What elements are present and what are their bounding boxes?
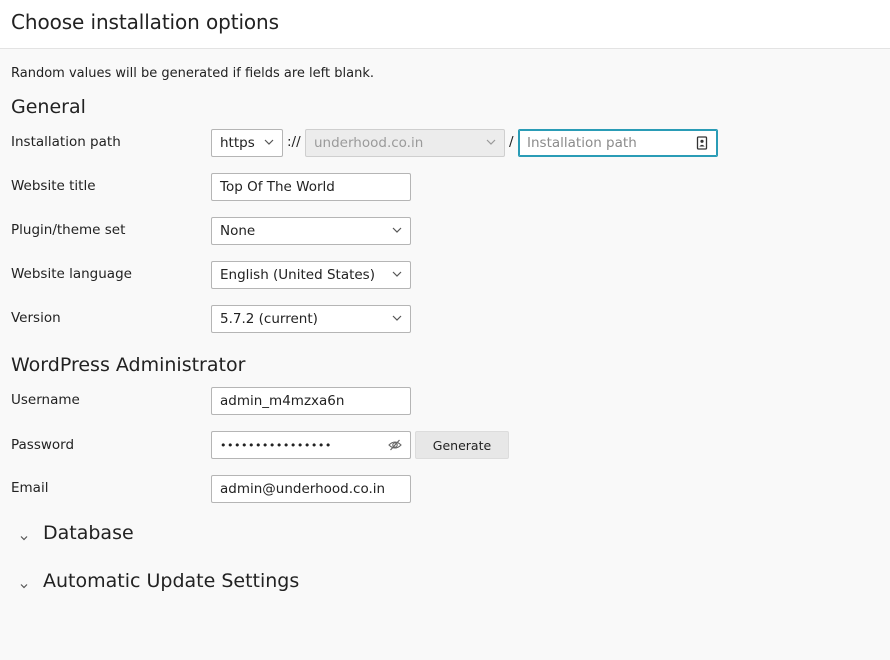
version-value: 5.7.2 (current) xyxy=(220,311,318,327)
chevron-down-icon xyxy=(392,269,402,279)
section-admin-title: WordPress Administrator xyxy=(11,354,246,376)
password-input[interactable]: •••••••••••••••• xyxy=(211,431,411,459)
username-value: admin_m4mzxa6n xyxy=(220,393,345,409)
website-title-input[interactable]: Top Of The World xyxy=(211,173,411,201)
language-label: Website language xyxy=(11,266,132,282)
section-general-title: General xyxy=(11,96,86,118)
generate-password-button[interactable]: Generate xyxy=(415,431,509,459)
auto-update-section-title: Automatic Update Settings xyxy=(43,570,300,592)
chevron-down-icon xyxy=(18,580,30,592)
page-title: Choose installation options xyxy=(11,10,279,34)
username-input[interactable]: admin_m4mzxa6n xyxy=(211,387,411,415)
plugin-set-value: None xyxy=(220,223,256,239)
auto-update-section-toggle[interactable]: Automatic Update Settings xyxy=(18,570,299,592)
language-select[interactable]: English (United States) xyxy=(211,261,411,289)
chevron-down-icon xyxy=(18,532,30,544)
website-title-value: Top Of The World xyxy=(220,179,335,195)
installation-path-input[interactable]: Installation path xyxy=(518,129,718,157)
database-section-title: Database xyxy=(43,522,134,544)
password-label: Password xyxy=(11,437,75,453)
email-value: admin@underhood.co.in xyxy=(220,481,386,497)
protocol-select[interactable]: https xyxy=(211,129,283,157)
page-header: Choose installation options xyxy=(0,0,890,49)
database-section-toggle[interactable]: Database xyxy=(18,522,134,544)
website-title-label: Website title xyxy=(11,178,96,194)
chevron-down-icon xyxy=(392,313,402,323)
protocol-value: https xyxy=(220,135,255,151)
installation-path-placeholder: Installation path xyxy=(527,135,637,151)
eye-off-icon[interactable] xyxy=(388,438,402,452)
chevron-down-icon xyxy=(264,137,274,147)
email-input[interactable]: admin@underhood.co.in xyxy=(211,475,411,503)
username-label: Username xyxy=(11,392,80,408)
domain-value: underhood.co.in xyxy=(314,135,424,151)
chevron-down-icon xyxy=(486,137,496,147)
version-select[interactable]: 5.7.2 (current) xyxy=(211,305,411,333)
domain-select: underhood.co.in xyxy=(305,129,505,157)
plugin-set-select[interactable]: None xyxy=(211,217,411,245)
contact-card-icon xyxy=(695,136,709,150)
password-masked-value: •••••••••••••••• xyxy=(220,438,332,452)
protocol-separator: :// xyxy=(287,134,301,150)
chevron-down-icon xyxy=(392,225,402,235)
email-label: Email xyxy=(11,480,49,496)
path-separator: / xyxy=(509,134,514,150)
info-note: Random values will be generated if field… xyxy=(11,66,374,81)
plugin-set-label: Plugin/theme set xyxy=(11,222,126,238)
installation-path-label: Installation path xyxy=(11,134,121,150)
version-label: Version xyxy=(11,310,61,326)
language-value: English (United States) xyxy=(220,267,375,283)
